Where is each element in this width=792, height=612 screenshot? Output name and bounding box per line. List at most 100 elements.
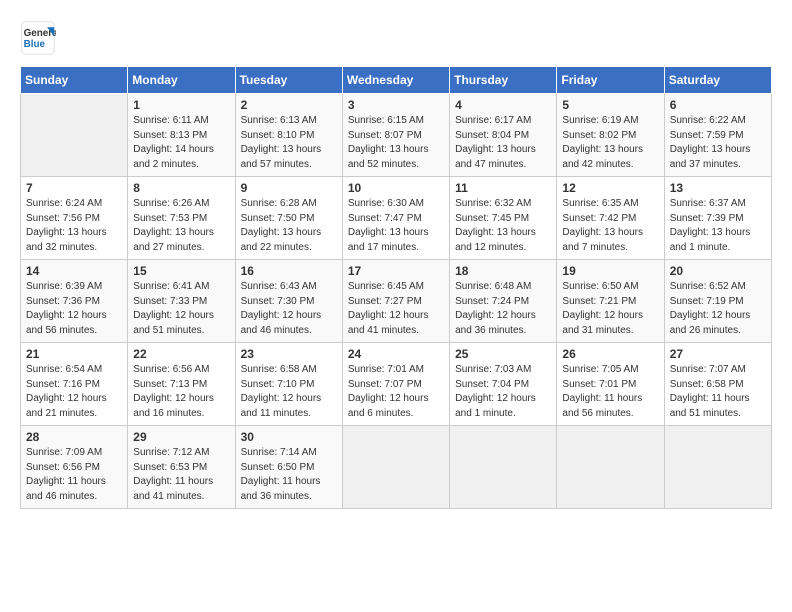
day-number: 23 — [241, 347, 337, 361]
day-number: 7 — [26, 181, 122, 195]
day-info: Sunrise: 6:35 AM Sunset: 7:42 PM Dayligh… — [562, 197, 658, 255]
calendar-cell: 22 Sunrise: 6:56 AM Sunset: 7:13 PM Dayli… — [128, 343, 235, 426]
day-info: Sunrise: 6:30 AM Sunset: 7:47 PM Dayligh… — [348, 197, 444, 255]
calendar-cell: 3 Sunrise: 6:15 AM Sunset: 8:07 PM Daylig… — [342, 94, 449, 177]
calendar-cell: 16Sunrise: 6:43 AM Sunset: 7:30 PM Dayli… — [235, 260, 342, 343]
day-number: 10 — [348, 181, 444, 195]
calendar-cell: 15 Sunrise: 6:41 AM Sunset: 7:33 PM Dayli… — [128, 260, 235, 343]
page-header: General Blue — [20, 20, 772, 56]
calendar-cell — [557, 426, 664, 509]
weekday-header: Wednesday — [342, 67, 449, 94]
day-info: Sunrise: 6:41 AM Sunset: 7:33 PM Dayligh… — [133, 280, 229, 338]
day-number: 27 — [670, 347, 766, 361]
calendar-cell: 25 Sunrise: 7:03 AM Sunset: 7:04 PM Dayli… — [450, 343, 557, 426]
day-number: 1 — [133, 98, 229, 112]
day-info: Sunrise: 6:11 AM Sunset: 8:13 PM Dayligh… — [133, 114, 229, 172]
day-number: 22 — [133, 347, 229, 361]
calendar-cell: 12 Sunrise: 6:35 AM Sunset: 7:42 PM Dayli… — [557, 177, 664, 260]
day-info: Sunrise: 7:03 AM Sunset: 7:04 PM Dayligh… — [455, 363, 551, 421]
day-info: Sunrise: 6:17 AM Sunset: 8:04 PM Dayligh… — [455, 114, 551, 172]
calendar-cell: 1 Sunrise: 6:11 AM Sunset: 8:13 PM Daylig… — [128, 94, 235, 177]
day-number: 9 — [241, 181, 337, 195]
calendar-header-row: SundayMondayTuesdayWednesdayThursdayFrid… — [21, 67, 772, 94]
day-info: Sunrise: 7:14 AM Sunset: 6:50 PM Dayligh… — [241, 446, 337, 504]
calendar-cell: 11 Sunrise: 6:32 AM Sunset: 7:45 PM Dayli… — [450, 177, 557, 260]
day-info: Sunrise: 6:37 AM Sunset: 7:39 PM Dayligh… — [670, 197, 766, 255]
logo-icon: General Blue — [20, 20, 56, 56]
day-number: 26 — [562, 347, 658, 361]
logo: General Blue — [20, 20, 56, 56]
calendar-cell: 2 Sunrise: 6:13 AM Sunset: 8:10 PM Daylig… — [235, 94, 342, 177]
weekday-header: Saturday — [664, 67, 771, 94]
calendar-cell: 26 Sunrise: 7:05 AM Sunset: 7:01 PM Dayli… — [557, 343, 664, 426]
day-number: 18 — [455, 264, 551, 278]
day-info: Sunrise: 7:07 AM Sunset: 6:58 PM Dayligh… — [670, 363, 766, 421]
day-info: Sunrise: 7:05 AM Sunset: 7:01 PM Dayligh… — [562, 363, 658, 421]
calendar-cell: 24Sunrise: 7:01 AM Sunset: 7:07 PM Dayli… — [342, 343, 449, 426]
day-info: Sunrise: 7:01 AM Sunset: 7:07 PM Dayligh… — [348, 363, 444, 421]
day-info: Sunrise: 6:54 AM Sunset: 7:16 PM Dayligh… — [26, 363, 122, 421]
day-number: 3 — [348, 98, 444, 112]
day-number: 30 — [241, 430, 337, 444]
calendar-cell — [450, 426, 557, 509]
day-number: 5 — [562, 98, 658, 112]
weekday-header: Tuesday — [235, 67, 342, 94]
calendar-cell: 23Sunrise: 6:58 AM Sunset: 7:10 PM Dayli… — [235, 343, 342, 426]
calendar-cell — [664, 426, 771, 509]
day-info: Sunrise: 6:45 AM Sunset: 7:27 PM Dayligh… — [348, 280, 444, 338]
calendar-cell: 4 Sunrise: 6:17 AM Sunset: 8:04 PM Daylig… — [450, 94, 557, 177]
calendar-week-row: 28 Sunrise: 7:09 AM Sunset: 6:56 PM Dayli… — [21, 426, 772, 509]
weekday-header: Friday — [557, 67, 664, 94]
calendar-week-row: 21 Sunrise: 6:54 AM Sunset: 7:16 PM Dayli… — [21, 343, 772, 426]
day-info: Sunrise: 6:19 AM Sunset: 8:02 PM Dayligh… — [562, 114, 658, 172]
day-info: Sunrise: 6:52 AM Sunset: 7:19 PM Dayligh… — [670, 280, 766, 338]
day-info: Sunrise: 6:26 AM Sunset: 7:53 PM Dayligh… — [133, 197, 229, 255]
calendar-cell: 20 Sunrise: 6:52 AM Sunset: 7:19 PM Dayli… — [664, 260, 771, 343]
day-number: 6 — [670, 98, 766, 112]
day-number: 20 — [670, 264, 766, 278]
day-number: 21 — [26, 347, 122, 361]
weekday-header: Thursday — [450, 67, 557, 94]
day-info: Sunrise: 6:43 AM Sunset: 7:30 PM Dayligh… — [241, 280, 337, 338]
calendar-cell: 10 Sunrise: 6:30 AM Sunset: 7:47 PM Dayli… — [342, 177, 449, 260]
calendar-cell: 30 Sunrise: 7:14 AM Sunset: 6:50 PM Dayli… — [235, 426, 342, 509]
day-number: 2 — [241, 98, 337, 112]
day-number: 8 — [133, 181, 229, 195]
day-info: Sunrise: 6:50 AM Sunset: 7:21 PM Dayligh… — [562, 280, 658, 338]
calendar-cell: 9 Sunrise: 6:28 AM Sunset: 7:50 PM Daylig… — [235, 177, 342, 260]
day-info: Sunrise: 7:09 AM Sunset: 6:56 PM Dayligh… — [26, 446, 122, 504]
day-number: 14 — [26, 264, 122, 278]
day-number: 17 — [348, 264, 444, 278]
svg-text:Blue: Blue — [24, 39, 46, 50]
day-info: Sunrise: 6:39 AM Sunset: 7:36 PM Dayligh… — [26, 280, 122, 338]
calendar-cell: 13Sunrise: 6:37 AM Sunset: 7:39 PM Dayli… — [664, 177, 771, 260]
calendar-cell: 6Sunrise: 6:22 AM Sunset: 7:59 PM Daylig… — [664, 94, 771, 177]
day-number: 4 — [455, 98, 551, 112]
day-number: 19 — [562, 264, 658, 278]
calendar-cell: 17 Sunrise: 6:45 AM Sunset: 7:27 PM Dayli… — [342, 260, 449, 343]
day-number: 11 — [455, 181, 551, 195]
day-number: 29 — [133, 430, 229, 444]
calendar-cell: 8 Sunrise: 6:26 AM Sunset: 7:53 PM Daylig… — [128, 177, 235, 260]
calendar-cell: 21 Sunrise: 6:54 AM Sunset: 7:16 PM Dayli… — [21, 343, 128, 426]
calendar-cell: 28 Sunrise: 7:09 AM Sunset: 6:56 PM Dayli… — [21, 426, 128, 509]
calendar-cell: 14 Sunrise: 6:39 AM Sunset: 7:36 PM Dayli… — [21, 260, 128, 343]
day-info: Sunrise: 6:13 AM Sunset: 8:10 PM Dayligh… — [241, 114, 337, 172]
calendar-cell: 27 Sunrise: 7:07 AM Sunset: 6:58 PM Dayli… — [664, 343, 771, 426]
calendar-cell: 19 Sunrise: 6:50 AM Sunset: 7:21 PM Dayli… — [557, 260, 664, 343]
day-number: 15 — [133, 264, 229, 278]
day-number: 12 — [562, 181, 658, 195]
day-info: Sunrise: 6:32 AM Sunset: 7:45 PM Dayligh… — [455, 197, 551, 255]
calendar-cell: 29Sunrise: 7:12 AM Sunset: 6:53 PM Dayli… — [128, 426, 235, 509]
day-info: Sunrise: 6:24 AM Sunset: 7:56 PM Dayligh… — [26, 197, 122, 255]
day-number: 25 — [455, 347, 551, 361]
day-info: Sunrise: 6:28 AM Sunset: 7:50 PM Dayligh… — [241, 197, 337, 255]
calendar-cell: 5 Sunrise: 6:19 AM Sunset: 8:02 PM Daylig… — [557, 94, 664, 177]
calendar-cell — [342, 426, 449, 509]
day-info: Sunrise: 6:15 AM Sunset: 8:07 PM Dayligh… — [348, 114, 444, 172]
day-number: 28 — [26, 430, 122, 444]
calendar-cell: 18Sunrise: 6:48 AM Sunset: 7:24 PM Dayli… — [450, 260, 557, 343]
calendar-table: SundayMondayTuesdayWednesdayThursdayFrid… — [20, 66, 772, 509]
day-info: Sunrise: 6:56 AM Sunset: 7:13 PM Dayligh… — [133, 363, 229, 421]
weekday-header: Monday — [128, 67, 235, 94]
